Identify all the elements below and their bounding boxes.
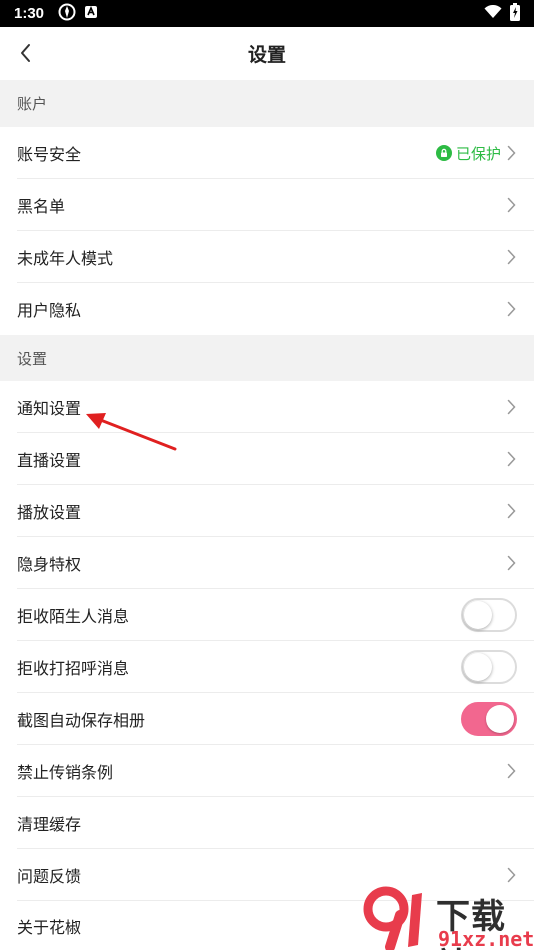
row-label: 拒收陌生人消息 bbox=[17, 607, 130, 626]
chevron-right-icon bbox=[505, 554, 517, 572]
row-blacklist[interactable]: 黑名单 bbox=[0, 179, 534, 231]
chevron-right-icon bbox=[505, 248, 517, 266]
row-label: 用户隐私 bbox=[17, 301, 82, 320]
status-bar: 1:30 bbox=[0, 0, 534, 27]
chevron-right-icon bbox=[505, 502, 517, 520]
row-label: 拒收打招呼消息 bbox=[17, 659, 130, 678]
app-notification-icon bbox=[84, 4, 98, 23]
chevron-right-icon bbox=[505, 398, 517, 416]
page-title: 设置 bbox=[247, 44, 286, 66]
row-playback-settings[interactable]: 播放设置 bbox=[0, 485, 534, 537]
row-label: 清理缓存 bbox=[17, 815, 82, 834]
section-header-settings: 设置 bbox=[0, 335, 534, 381]
row-stealth-privilege[interactable]: 隐身特权 bbox=[0, 537, 534, 589]
row-label: 禁止传销条例 bbox=[17, 763, 114, 782]
screenshot-save-toggle[interactable] bbox=[461, 702, 517, 736]
row-label: 黑名单 bbox=[17, 197, 66, 216]
watermark-logo-icon bbox=[363, 886, 422, 950]
chevron-right-icon bbox=[505, 450, 517, 468]
row-anti-mlm-rules[interactable]: 禁止传销条例 bbox=[0, 745, 534, 797]
row-minor-mode[interactable]: 未成年人模式 bbox=[0, 231, 534, 283]
status-time: 1:30 bbox=[14, 5, 45, 22]
watermark: 下载站 91xz.net bbox=[360, 885, 534, 950]
row-account-security[interactable]: 账号安全 已保护 bbox=[0, 127, 534, 179]
row-label: 直播设置 bbox=[17, 451, 82, 470]
chevron-right-icon bbox=[505, 196, 517, 214]
row-reject-strangers: 拒收陌生人消息 bbox=[0, 589, 534, 641]
row-screenshot-save: 截图自动保存相册 bbox=[0, 693, 534, 745]
chevron-right-icon bbox=[505, 762, 517, 780]
row-privacy[interactable]: 用户隐私 bbox=[0, 283, 534, 335]
chevron-right-icon bbox=[505, 866, 517, 884]
toggle-knob bbox=[464, 601, 492, 629]
nav-bar: 设置 bbox=[0, 27, 534, 80]
chevron-right-icon bbox=[505, 300, 517, 318]
protected-label: 已保护 bbox=[455, 144, 501, 163]
row-label: 关于花椒 bbox=[17, 917, 82, 937]
chevron-left-icon bbox=[21, 44, 30, 62]
row-label: 播放设置 bbox=[17, 503, 82, 522]
vpn-icon bbox=[58, 3, 76, 25]
row-label: 未成年人模式 bbox=[17, 249, 114, 268]
reject-strangers-toggle[interactable] bbox=[461, 598, 517, 632]
section-header-account: 账户 bbox=[0, 80, 534, 127]
reject-greetings-toggle[interactable] bbox=[461, 650, 517, 684]
annotation-arrow-icon bbox=[86, 413, 177, 451]
row-label: 隐身特权 bbox=[17, 555, 82, 574]
lock-icon bbox=[435, 145, 452, 161]
toggle-knob bbox=[486, 705, 514, 733]
row-label: 通知设置 bbox=[17, 399, 82, 418]
row-clear-cache[interactable]: 清理缓存 bbox=[0, 797, 534, 849]
row-label: 问题反馈 bbox=[17, 867, 82, 886]
back-button[interactable] bbox=[12, 39, 38, 67]
watermark-url: 91xz.net bbox=[438, 927, 534, 950]
toggle-knob bbox=[464, 653, 492, 681]
row-label: 截图自动保存相册 bbox=[17, 711, 146, 730]
protected-status: 已保护 bbox=[435, 143, 501, 164]
chevron-right-icon bbox=[505, 144, 517, 162]
wifi-icon bbox=[484, 4, 502, 23]
row-reject-greetings: 拒收打招呼消息 bbox=[0, 641, 534, 693]
row-label: 账号安全 bbox=[17, 145, 82, 164]
battery-icon bbox=[510, 2, 520, 25]
